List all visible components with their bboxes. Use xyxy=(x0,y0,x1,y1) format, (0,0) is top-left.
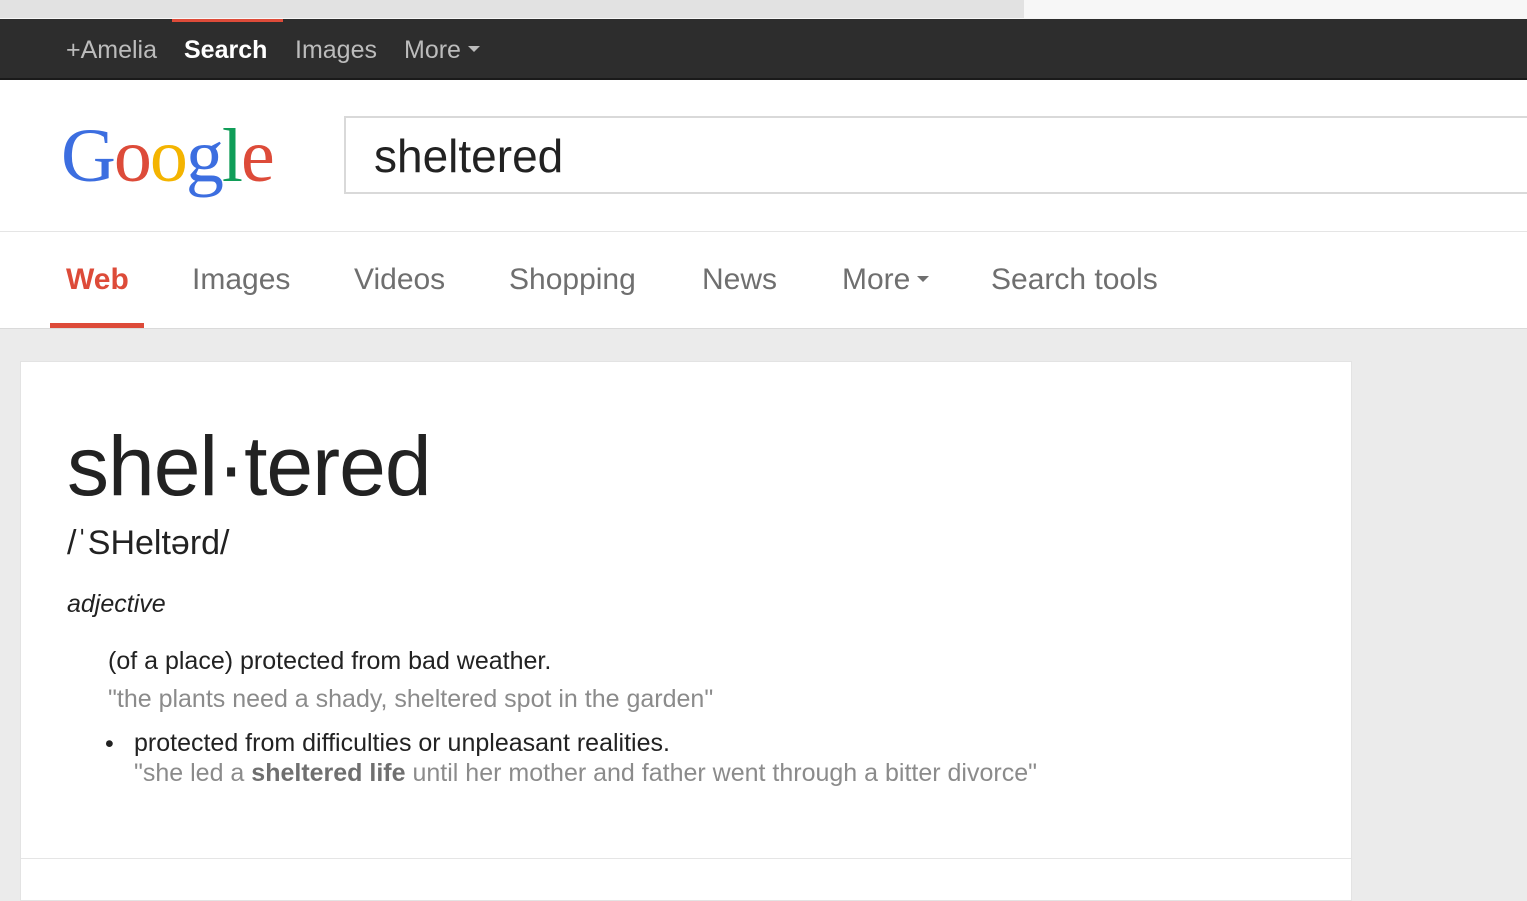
definition-sense-1: (of a place) protected from bad weather. xyxy=(108,647,552,675)
phonetic-spelling: /ˈSHeltərd/ xyxy=(67,524,230,562)
topbar-more-menu[interactable]: More xyxy=(404,19,480,78)
tab-more[interactable]: More xyxy=(842,232,930,328)
topbar-images-link[interactable]: Images xyxy=(295,19,377,78)
tab-news[interactable]: News xyxy=(702,232,777,328)
headword: shel·tered xyxy=(67,419,432,513)
tab-web[interactable]: Web xyxy=(66,232,129,328)
browser-top-strip xyxy=(0,0,1527,19)
tab-videos[interactable]: Videos xyxy=(354,232,445,328)
topbar-more-label: More xyxy=(404,36,461,64)
topbar-search-link[interactable]: Search xyxy=(184,19,267,78)
horizontal-scrollbar[interactable] xyxy=(0,0,1024,18)
search-input[interactable] xyxy=(374,126,1474,186)
definition-sense-2: protected from difficulties or unpleasan… xyxy=(134,729,670,757)
example-text: "she led a xyxy=(134,759,252,787)
topbar-user-link[interactable]: +Amelia xyxy=(66,19,157,78)
example-sentence-1: "the plants need a shady, sheltered spot… xyxy=(108,685,714,713)
logo-letter: o xyxy=(113,114,152,198)
dictionary-card: shel·tered /ˈSHeltərd/ adjective (of a p… xyxy=(20,361,1352,901)
logo-letter: o xyxy=(149,114,188,198)
tab-shopping[interactable]: Shopping xyxy=(509,232,636,328)
example-highlight: sheltered life xyxy=(251,759,406,787)
google-top-bar: +Amelia Search Images More xyxy=(0,19,1527,80)
logo-letter: G xyxy=(61,114,116,198)
tab-search-tools[interactable]: Search tools xyxy=(991,232,1158,328)
active-tab-underline xyxy=(50,323,144,328)
logo-letter: e xyxy=(241,114,275,198)
search-box[interactable] xyxy=(344,116,1527,194)
part-of-speech: adjective xyxy=(67,590,166,618)
example-text: until her mother and father went through… xyxy=(405,759,1037,787)
logo-letter: l xyxy=(221,114,243,198)
caret-down-icon xyxy=(917,276,930,283)
google-logo[interactable]: Google xyxy=(61,114,275,204)
caret-down-icon xyxy=(467,46,480,53)
example-sentence-2: "she led a sheltered life until her moth… xyxy=(134,759,1037,788)
search-header: Google xyxy=(0,80,1527,232)
logo-letter: g xyxy=(185,114,224,198)
bullet-icon: • xyxy=(105,730,114,758)
search-tabs: Web Images Videos Shopping News More Sea… xyxy=(0,232,1527,329)
tab-more-label: More xyxy=(842,263,911,296)
card-divider xyxy=(21,858,1351,859)
tab-images[interactable]: Images xyxy=(192,232,290,328)
